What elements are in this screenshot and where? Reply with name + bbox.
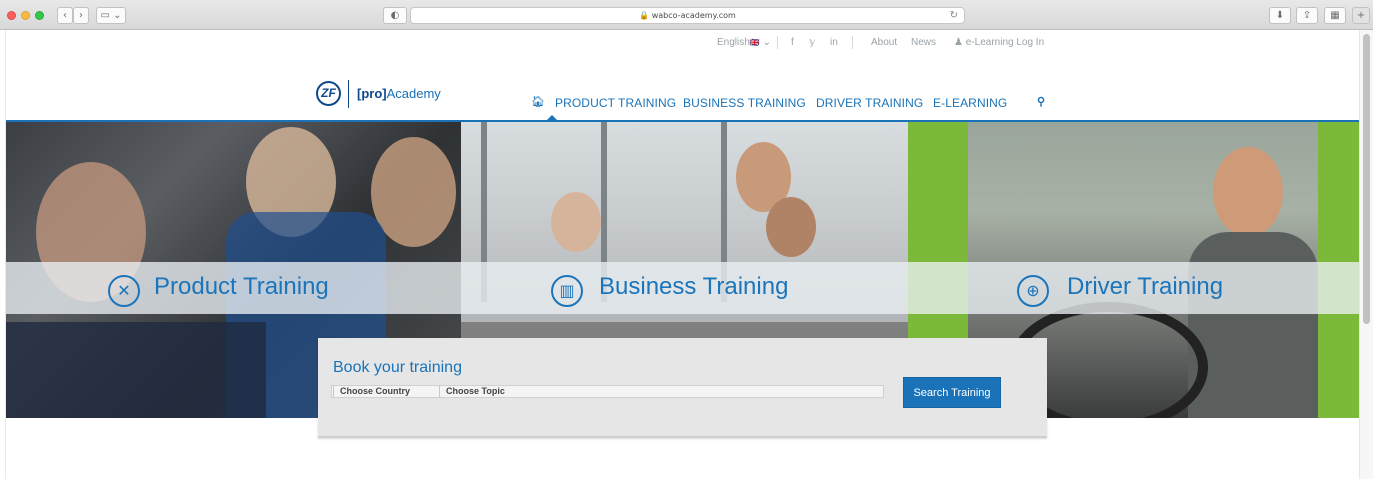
close-window-button[interactable]	[7, 11, 16, 20]
fullscreen-window-button[interactable]	[35, 11, 44, 20]
nav-product-training[interactable]: PRODUCT TRAINING	[555, 96, 676, 110]
search-icon[interactable]: ⚲	[1037, 95, 1045, 108]
pro-academy-logo[interactable]: [pro]Academy	[357, 86, 441, 101]
address-bar[interactable]: 🔒 wabco-academy.com ↻	[410, 7, 965, 24]
topic-select[interactable]: Choose Topic	[439, 386, 883, 397]
new-tab-icon[interactable]: +	[1352, 7, 1370, 24]
divider	[852, 36, 853, 49]
back-icon[interactable]: ‹	[57, 7, 73, 24]
country-select[interactable]: Choose Country	[333, 386, 437, 397]
nav-business-training[interactable]: BUSINESS TRAINING	[683, 96, 806, 110]
nav-e-learning[interactable]: E-LEARNING	[933, 96, 1007, 110]
home-icon[interactable]: 🏠︎	[531, 95, 545, 108]
linkedin-icon[interactable]: in	[830, 37, 838, 48]
privacy-shield-icon[interactable]: ◐	[383, 7, 407, 24]
steering-wheel-icon[interactable]: ⊕	[1017, 275, 1049, 307]
about-link[interactable]: About	[871, 37, 897, 48]
chart-icon[interactable]: ▥	[551, 275, 583, 307]
sidebar-toggle-icon[interactable]: ▭ ⌄	[96, 7, 126, 24]
vertical-scrollbar[interactable]	[1359, 30, 1373, 479]
language-selector[interactable]: English🇬🇧 ⌄	[717, 37, 771, 48]
lock-icon: 🔒	[639, 11, 650, 20]
user-icon: ♟	[954, 37, 963, 48]
business-training-link[interactable]: Business Training	[599, 273, 788, 301]
elearning-login-link[interactable]: ♟ e-Learning Log In	[954, 37, 1044, 48]
photo-driver	[1213, 147, 1283, 237]
utility-bar: English🇬🇧 ⌄ f 𝕪 in About News ♟ e-Learni…	[0, 32, 1359, 54]
download-icon[interactable]: ⬇	[1269, 7, 1291, 24]
reload-icon[interactable]: ↻	[950, 8, 958, 23]
photo-person	[551, 192, 601, 252]
tabs-overview-icon[interactable]: ▦	[1324, 7, 1346, 24]
booking-filters: Choose Country Choose Topic	[331, 385, 884, 398]
browser-toolbar: ‹ › ▭ ⌄ ◐ 🔒 wabco-academy.com ↻ ⬇ ⇪ ▦ +	[0, 0, 1373, 30]
scrollbar-thumb[interactable]	[1363, 34, 1370, 324]
language-label: English	[717, 37, 750, 48]
forward-icon[interactable]: ›	[73, 7, 89, 24]
booking-panel: Book your training Choose Country Choose…	[318, 338, 1047, 438]
divider	[777, 36, 778, 49]
share-icon[interactable]: ⇪	[1296, 7, 1318, 24]
photo-person	[766, 197, 816, 257]
photo-driver-shirt	[1188, 232, 1318, 418]
facebook-icon[interactable]: f	[791, 37, 794, 48]
logo-academy-text: Academy	[386, 86, 441, 101]
elearning-login-label: e-Learning Log In	[965, 37, 1045, 48]
zf-logo-icon[interactable]: ZF	[316, 81, 341, 106]
url-text: wabco-academy.com	[651, 11, 736, 20]
twitter-icon[interactable]: 𝕪	[809, 37, 815, 48]
logo-divider	[348, 80, 349, 108]
uk-flag-icon: 🇬🇧	[749, 38, 760, 47]
booking-title: Book your training	[333, 359, 462, 376]
product-training-link[interactable]: Product Training	[154, 273, 329, 301]
search-training-button[interactable]: Search Training	[903, 377, 1001, 408]
tools-icon[interactable]: ✕	[108, 275, 140, 307]
photo-shadow	[6, 322, 266, 418]
chevron-down-icon: ⌄	[762, 37, 771, 48]
logo-bracket-text: [pro]	[357, 86, 387, 101]
minimize-window-button[interactable]	[21, 11, 30, 20]
nav-driver-training[interactable]: DRIVER TRAINING	[816, 96, 923, 110]
driver-training-link[interactable]: Driver Training	[1067, 273, 1223, 301]
news-link[interactable]: News	[911, 37, 936, 48]
